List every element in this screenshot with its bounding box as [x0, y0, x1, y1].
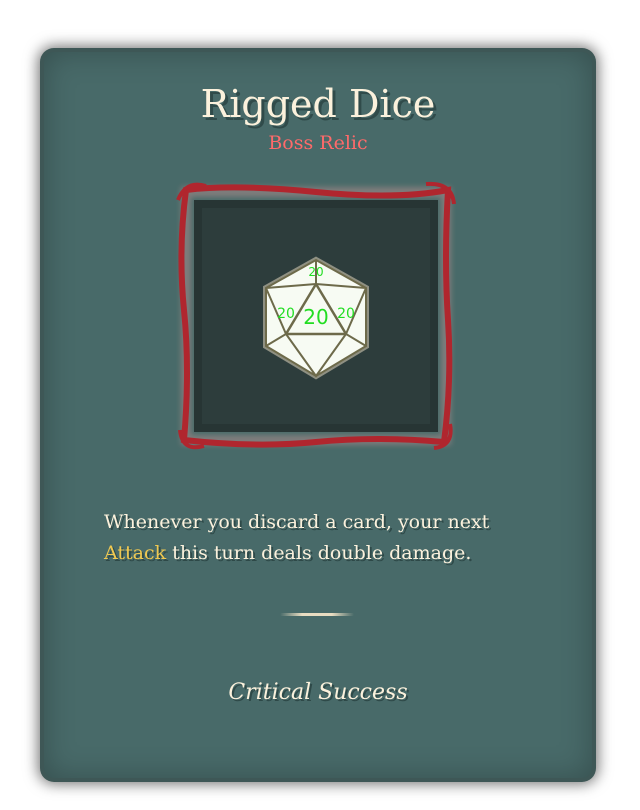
svg-text:20: 20 [303, 305, 328, 329]
svg-text:20: 20 [308, 265, 323, 279]
keyword-attack: Attack [104, 542, 167, 564]
divider [280, 613, 354, 616]
relic-card: Rigged Dice Boss Relic 20 20 20 20 Whene… [44, 52, 592, 778]
description-text: Whenever you discard a card, your next [104, 511, 490, 533]
relic-description: Whenever you discard a card, your next A… [104, 507, 534, 569]
svg-text:20: 20 [277, 306, 295, 322]
relic-title: Rigged Dice [200, 82, 436, 126]
relic-image-frame: 20 20 20 20 [176, 180, 456, 450]
relic-tier: Boss Relic [268, 132, 368, 154]
relic-flavor-text: Critical Success [228, 680, 408, 705]
description-text: this turn deals double damage. [166, 542, 472, 564]
svg-text:20: 20 [337, 306, 355, 322]
